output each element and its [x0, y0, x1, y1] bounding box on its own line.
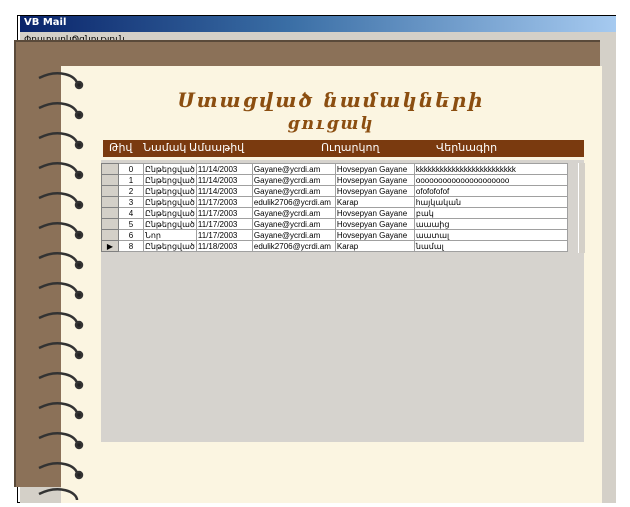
cell-sender: Gayane@ycrdi.am	[251, 229, 336, 241]
cell-name: Hovsepyan Gayane	[334, 174, 415, 186]
cell-subject: նամալ	[413, 240, 568, 252]
row-selector[interactable]	[101, 229, 119, 241]
row-selector[interactable]	[101, 207, 119, 219]
header-subject: Վերնագիր	[436, 141, 498, 154]
cell-status: Ընթերցված	[143, 163, 197, 175]
page-title-line-2: ցուցակ	[287, 114, 375, 134]
cell-status: Ընթերցված	[143, 196, 197, 208]
cell-number: 4	[118, 207, 144, 219]
window-title: VB Mail	[24, 17, 67, 28]
cell-name: Hovsepyan Gayane	[334, 207, 415, 219]
cell-name: Hovsepyan Gayane	[334, 218, 415, 230]
row-selector[interactable]	[101, 218, 119, 230]
row-selector[interactable]	[101, 196, 119, 208]
cell-sender: edulik2706@ycrdi.am	[251, 196, 336, 208]
cell-number: 0	[118, 163, 144, 175]
cell-subject: hայկական	[413, 196, 568, 208]
header-date: Ամսաթիվ	[189, 141, 245, 154]
cell-date: 11/17/2003	[195, 207, 253, 219]
row-selector[interactable]	[101, 174, 119, 186]
mail-list-grid: 0 Ընթերցված 11/14/2003 Gayane@ycrdi.am H…	[101, 163, 568, 252]
cell-subject: աատալ	[413, 229, 568, 241]
table-row[interactable]: 2 Ընթերցված 11/14/2003 Gayane@ycrdi.am H…	[101, 185, 568, 197]
cell-sender: Gayane@ycrdi.am	[251, 218, 336, 230]
cell-subject: բակ	[413, 207, 568, 219]
cell-sender: Gayane@ycrdi.am	[251, 207, 336, 219]
cell-status: Ընթերցված	[143, 218, 197, 230]
cell-date: 11/14/2003	[195, 174, 253, 186]
current-row-marker[interactable]: ▶	[101, 240, 119, 252]
cell-date: 11/17/2003	[195, 229, 253, 241]
table-row[interactable]: 4 Ընթերցված 11/17/2003 Gayane@ycrdi.am H…	[101, 207, 568, 219]
cell-status: Ընթերցված	[143, 240, 197, 252]
column-header-bar: Թիվ Նամակ Ամսաթիվ Ուղարկող Վերնագիր	[103, 140, 584, 157]
cell-number: 5	[118, 218, 144, 230]
cell-date: 11/17/2003	[195, 218, 253, 230]
spiral-rings-icon	[38, 72, 84, 501]
cell-sender: Gayane@ycrdi.am	[251, 185, 336, 197]
cell-number: 2	[118, 185, 144, 197]
cell-number: 6	[118, 229, 144, 241]
cell-date: 11/14/2003	[195, 163, 253, 175]
cell-name: Karap	[334, 196, 415, 208]
header-sender: Ուղարկող	[321, 141, 380, 154]
table-row[interactable]: ▶ 8 Ընթերցված 11/18/2003 edulik2706@ycrd…	[101, 240, 568, 252]
cell-subject: ofofofofof	[413, 185, 568, 197]
table-row[interactable]: 0 Ընթերցված 11/14/2003 Gayane@ycrdi.am H…	[101, 163, 568, 175]
table-row[interactable]: 6 Նոր 11/17/2003 Gayane@ycrdi.am Hovsepy…	[101, 229, 568, 241]
row-selector[interactable]	[101, 163, 119, 175]
cell-sender: Gayane@ycrdi.am	[251, 163, 336, 175]
cell-status: Ընթերցված	[143, 207, 197, 219]
grid-scrollbar[interactable]	[578, 163, 585, 253]
cell-status: Նոր	[143, 229, 197, 241]
cell-sender: Gayane@ycrdi.am	[251, 174, 336, 186]
cell-number: 1	[118, 174, 144, 186]
cell-subject: kkkkkkkkkkkkkkkkkkkkkkkkk	[413, 163, 568, 175]
cell-status: Ընթերցված	[143, 185, 197, 197]
cell-date: 11/17/2003	[195, 196, 253, 208]
cell-name: Hovsepyan Gayane	[334, 163, 415, 175]
cell-name: Hovsepyan Gayane	[334, 229, 415, 241]
cell-sender: edulik2706@ycrdi.am	[251, 240, 336, 252]
spiral-binding	[29, 70, 89, 503]
cell-subject: ooooooooooooooooooooo	[413, 174, 568, 186]
page-title-line-1: Ստացված նամակների	[177, 88, 485, 112]
title-bar[interactable]: VB Mail	[20, 16, 616, 32]
table-row[interactable]: 5 Ընթերցված 11/17/2003 Gayane@ycrdi.am H…	[101, 218, 568, 230]
table-row[interactable]: 3 Ընթերցված 11/17/2003 edulik2706@ycrdi.…	[101, 196, 568, 208]
cell-name: Karap	[334, 240, 415, 252]
table-row[interactable]: 1 Ընթերցված 11/14/2003 Gayane@ycrdi.am H…	[101, 174, 568, 186]
header-letter: Նամակ	[143, 141, 187, 154]
cell-date: 11/14/2003	[195, 185, 253, 197]
cell-number: 3	[118, 196, 144, 208]
cell-number: 8	[118, 240, 144, 252]
cell-date: 11/18/2003	[195, 240, 253, 252]
cell-subject: աաաից	[413, 218, 568, 230]
header-number: Թիվ	[109, 141, 133, 154]
cell-status: Ընթերցված	[143, 174, 197, 186]
cell-name: Hovsepyan Gayane	[334, 185, 415, 197]
row-selector[interactable]	[101, 185, 119, 197]
